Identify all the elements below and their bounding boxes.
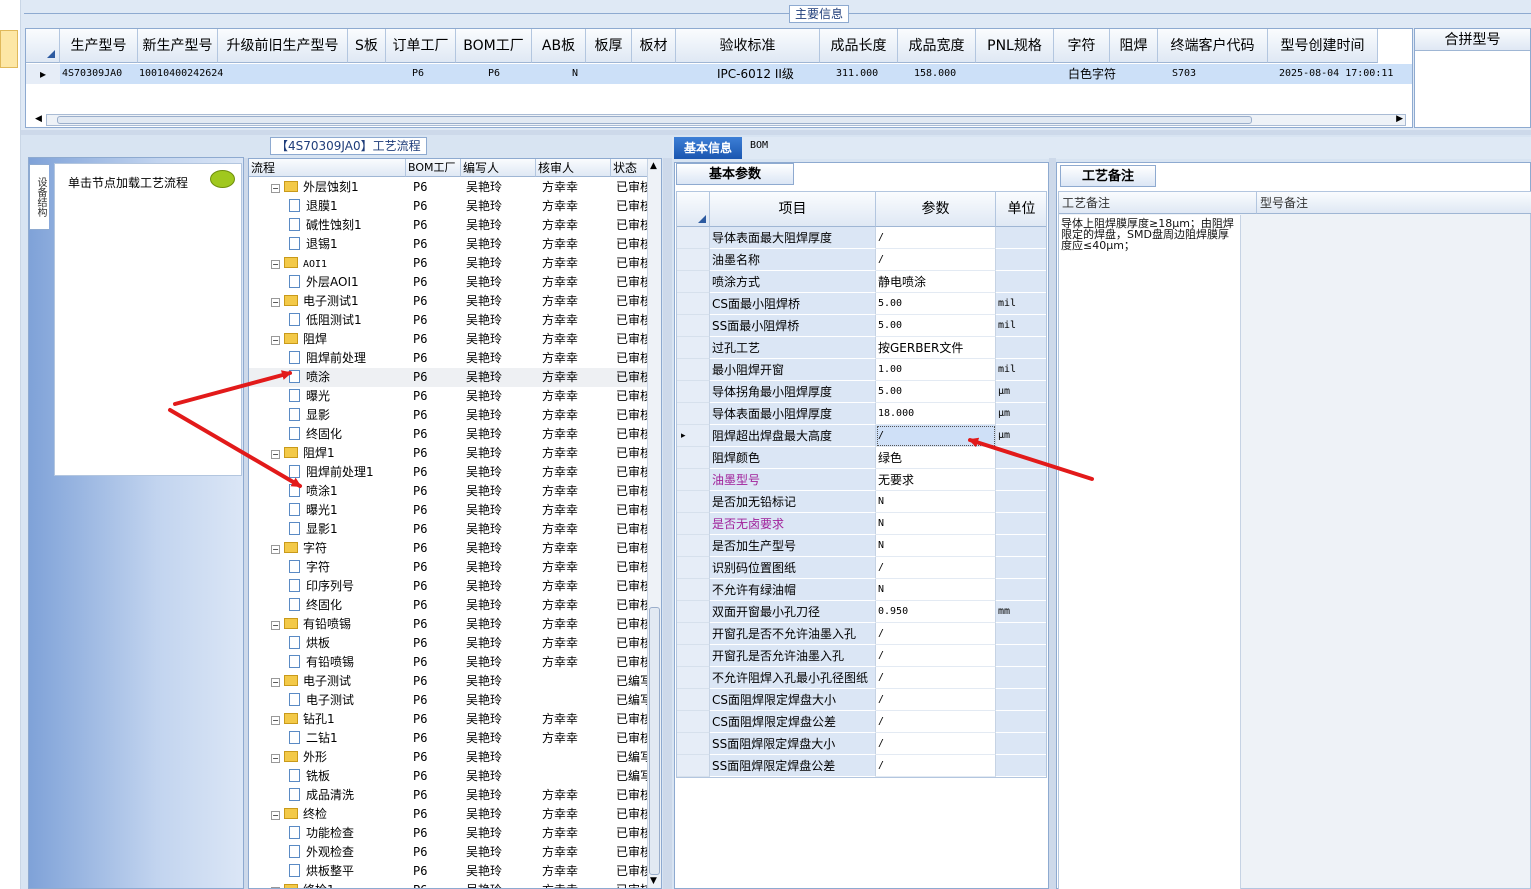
arrow-to-spray1 <box>168 408 302 488</box>
annotation-arrows <box>168 370 1094 488</box>
arrow-to-spray <box>173 370 292 406</box>
arrow-to-param <box>968 437 1094 481</box>
